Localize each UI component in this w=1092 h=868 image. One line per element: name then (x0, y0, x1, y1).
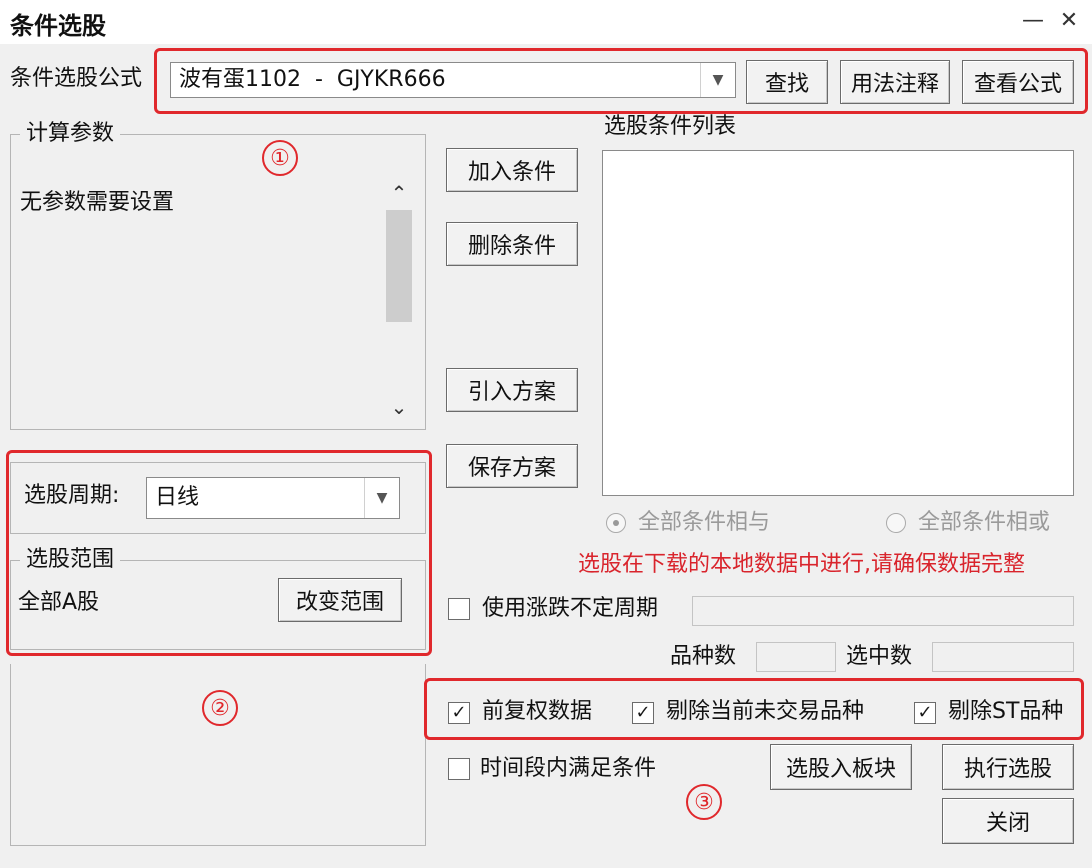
formula-label: 条件选股公式 (10, 66, 143, 91)
data-warning: 选股在下载的本地数据中进行,请确保数据完整 (578, 552, 1025, 577)
execute-selection-button[interactable]: 执行选股 (942, 744, 1074, 790)
selected-count-label: 选中数 (846, 644, 913, 669)
save-plan-button[interactable]: 保存方案 (446, 444, 578, 488)
params-group (10, 134, 426, 430)
annotation-number-2: ② (202, 690, 238, 726)
import-plan-button[interactable]: 引入方案 (446, 368, 578, 412)
params-scrollbar[interactable]: ⌃ ⌄ (384, 178, 414, 422)
conditions-list[interactable] (602, 150, 1074, 496)
add-condition-button[interactable]: 加入条件 (446, 148, 578, 192)
time-period-checkbox[interactable] (448, 758, 470, 780)
conditions-list-label: 选股条件列表 (604, 114, 737, 139)
close-window-button[interactable]: ✕ (1052, 6, 1086, 36)
logic-and-label: 全部条件相与 (638, 510, 771, 535)
chevron-up-icon[interactable]: ⌃ (384, 178, 414, 208)
add-to-block-button[interactable]: 选股入板块 (770, 744, 912, 790)
variety-count-field (756, 642, 836, 672)
variety-count-label: 品种数 (670, 644, 737, 669)
annotation-box-2 (6, 450, 432, 656)
params-group-label: 计算参数 (20, 121, 121, 147)
logic-and-radio[interactable] (606, 513, 626, 533)
period-input[interactable] (692, 596, 1074, 626)
scrollbar-thumb[interactable] (386, 210, 412, 322)
annotation-number-3: ③ (686, 784, 722, 820)
selected-count-field (932, 642, 1074, 672)
close-button[interactable]: 关闭 (942, 798, 1074, 844)
use-period-checkbox[interactable] (448, 598, 470, 620)
annotation-number-1: ① (262, 140, 298, 176)
delete-condition-button[interactable]: 删除条件 (446, 222, 578, 266)
title-bar (0, 0, 1092, 44)
use-period-label: 使用涨跌不定周期 (482, 596, 659, 621)
logic-or-radio[interactable] (886, 513, 906, 533)
annotation-box-3 (424, 678, 1084, 740)
time-period-label: 时间段内满足条件 (480, 756, 657, 781)
chevron-down-icon[interactable]: ⌄ (384, 392, 414, 422)
window-title: 条件选股 (10, 12, 106, 40)
logic-or-label: 全部条件相或 (918, 510, 1051, 535)
minimize-button[interactable]: — (1016, 6, 1050, 36)
params-text: 无参数需要设置 (20, 190, 175, 215)
annotation-box-1 (154, 48, 1088, 114)
